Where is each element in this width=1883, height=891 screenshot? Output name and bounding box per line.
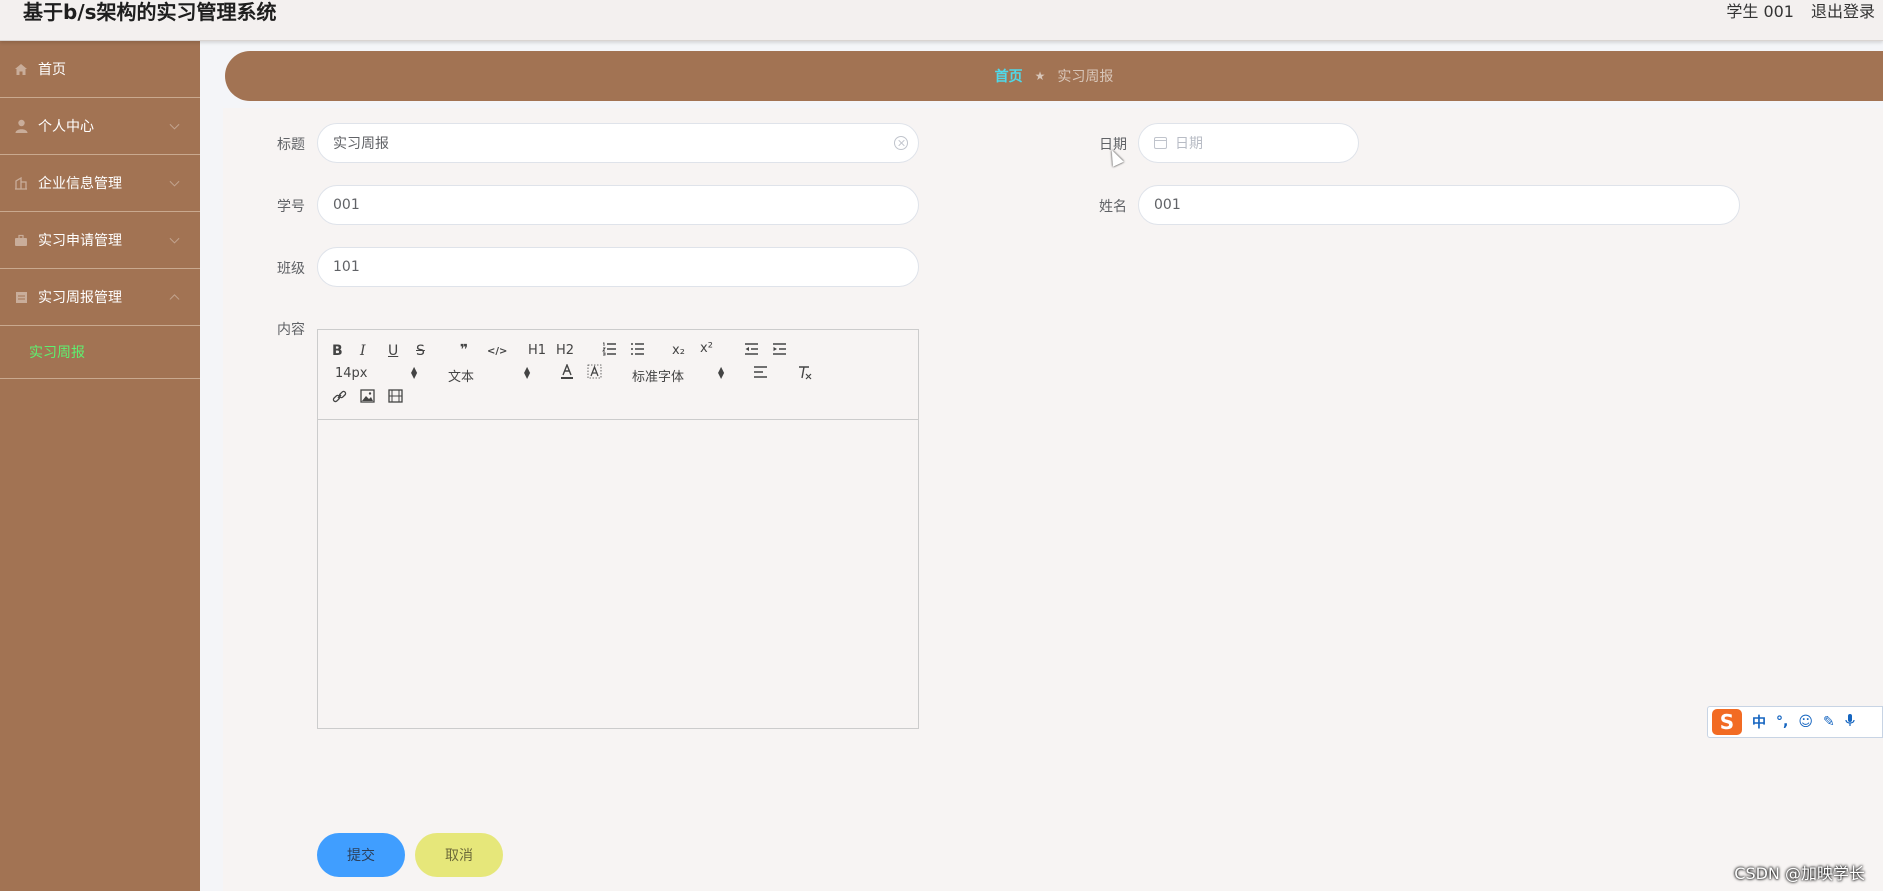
date-picker[interactable]: 日期: [1138, 123, 1359, 163]
breadcrumb: 首页 ★ 实习周报: [225, 51, 1883, 101]
sidebar-item-label: 首页: [38, 62, 66, 78]
briefcase-icon: [14, 233, 28, 247]
paragraph-select[interactable]: 文本 ▲ ▼: [448, 365, 532, 386]
bullet-list-icon[interactable]: [630, 342, 645, 360]
font-size-value: 14px: [335, 366, 368, 381]
ime-punctuation-toggle[interactable]: °,: [1776, 714, 1788, 730]
bold-button[interactable]: B: [332, 343, 343, 359]
select-arrow-icon: ▲ ▼: [411, 365, 418, 380]
h1-button[interactable]: H1: [528, 343, 546, 359]
video-icon[interactable]: [388, 389, 403, 407]
sidebar-item-enterprise[interactable]: 企业信息管理: [0, 155, 200, 212]
sidebar-item-weekly-report[interactable]: 实习周报管理: [0, 269, 200, 326]
title-input[interactable]: 实习周报: [317, 123, 919, 163]
name-value: 001: [1154, 197, 1181, 213]
sidebar-item-label: 实习申请管理: [38, 233, 122, 249]
home-icon: [14, 62, 28, 76]
h2-button[interactable]: H2: [556, 343, 574, 359]
select-arrow-icon: ▲ ▼: [718, 365, 725, 380]
sidebar-item-personal-center[interactable]: 个人中心: [0, 98, 200, 155]
font-family-select[interactable]: 标准字体 ▲ ▼: [632, 365, 728, 386]
chevron-down-icon: [169, 233, 180, 244]
submit-button[interactable]: 提交: [317, 833, 405, 877]
pen-icon[interactable]: ✎: [1823, 714, 1835, 730]
microphone-icon[interactable]: [1845, 713, 1855, 731]
calendar-icon: [1154, 137, 1167, 149]
font-color-icon[interactable]: [560, 363, 574, 384]
student-no-value: 001: [333, 197, 360, 213]
select-arrow-icon: ▲ ▼: [524, 365, 531, 380]
sidebar-subitem-weekly-report[interactable]: 实习周报: [0, 326, 200, 379]
sidebar-item-home[interactable]: 首页: [0, 41, 200, 98]
student-no-label: 学号: [277, 199, 305, 215]
date-placeholder: 日期: [1175, 136, 1203, 152]
cancel-button[interactable]: 取消: [415, 833, 503, 877]
underline-button[interactable]: U: [388, 343, 398, 359]
font-family-value: 标准字体: [632, 370, 685, 385]
sidebar-item-label: 实习周报管理: [38, 290, 122, 306]
ime-language-toggle[interactable]: 中: [1752, 712, 1766, 732]
paragraph-value: 文本: [448, 370, 475, 385]
chevron-up-icon: [169, 294, 180, 305]
strike-button[interactable]: S: [416, 343, 425, 359]
subscript-button[interactable]: x₂: [672, 343, 685, 359]
code-block-button[interactable]: </>: [487, 344, 507, 360]
logout-link[interactable]: 退出登录: [1811, 0, 1875, 24]
editor-content-area[interactable]: [318, 420, 918, 728]
outdent-icon[interactable]: [744, 342, 759, 360]
sidebar-item-label: 企业信息管理: [38, 176, 122, 192]
title-input-value: 实习周报: [333, 136, 389, 152]
align-icon[interactable]: [753, 365, 768, 383]
top-header: 基于b/s架构的实习管理系统 学生 001 退出登录: [0, 0, 1883, 41]
font-size-select[interactable]: 14px ▲ ▼: [335, 365, 419, 382]
editor-toolbar: B I U S ❞ </> H1 H2 x₂ x² 14px ▲ ▼ 文本 ▲ ▼: [318, 330, 918, 420]
star-icon: ★: [1034, 69, 1046, 83]
title-label: 标题: [277, 137, 305, 153]
superscript-button[interactable]: x²: [700, 341, 713, 357]
watermark: CSDN @加映学长: [1734, 864, 1865, 883]
user-icon: [14, 119, 28, 133]
name-label: 姓名: [1099, 199, 1127, 215]
breadcrumb-current: 实习周报: [1057, 69, 1114, 85]
class-label: 班级: [277, 261, 305, 277]
italic-button[interactable]: I: [360, 343, 366, 359]
sidebar-item-application[interactable]: 实习申请管理: [0, 212, 200, 269]
ime-toolbar: S 中 °, ☺ ✎: [1707, 706, 1883, 738]
chevron-down-icon: [169, 176, 180, 187]
sidebar-item-label: 个人中心: [38, 119, 94, 135]
content-label: 内容: [277, 322, 305, 338]
rich-text-editor[interactable]: B I U S ❞ </> H1 H2 x₂ x² 14px ▲ ▼ 文本 ▲ ▼: [317, 329, 919, 729]
chevron-down-icon: [169, 119, 180, 130]
building-icon: [14, 176, 28, 190]
background-color-icon[interactable]: [587, 364, 602, 384]
name-input[interactable]: 001: [1138, 185, 1740, 225]
ime-logo: S: [1712, 709, 1742, 735]
sidebar: 首页 个人中心 企业信息管理 实习申请管理 实习周报管理 实习周报: [0, 41, 200, 891]
link-icon[interactable]: [332, 389, 347, 408]
student-no-input[interactable]: 001: [317, 185, 919, 225]
clear-format-icon[interactable]: [797, 365, 812, 384]
emoji-icon[interactable]: ☺: [1798, 714, 1813, 730]
ordered-list-icon[interactable]: [602, 342, 617, 360]
class-value: 101: [333, 259, 360, 275]
indent-icon[interactable]: [772, 342, 787, 360]
current-user: 学生 001: [1726, 2, 1794, 21]
breadcrumb-home[interactable]: 首页: [995, 66, 1023, 86]
class-input[interactable]: 101: [317, 247, 919, 287]
clear-icon[interactable]: [894, 136, 908, 150]
quote-button[interactable]: ❞: [460, 342, 468, 358]
document-icon: [14, 290, 28, 304]
image-icon[interactable]: [360, 389, 375, 407]
app-title: 基于b/s架构的实习管理系统: [23, 0, 277, 24]
